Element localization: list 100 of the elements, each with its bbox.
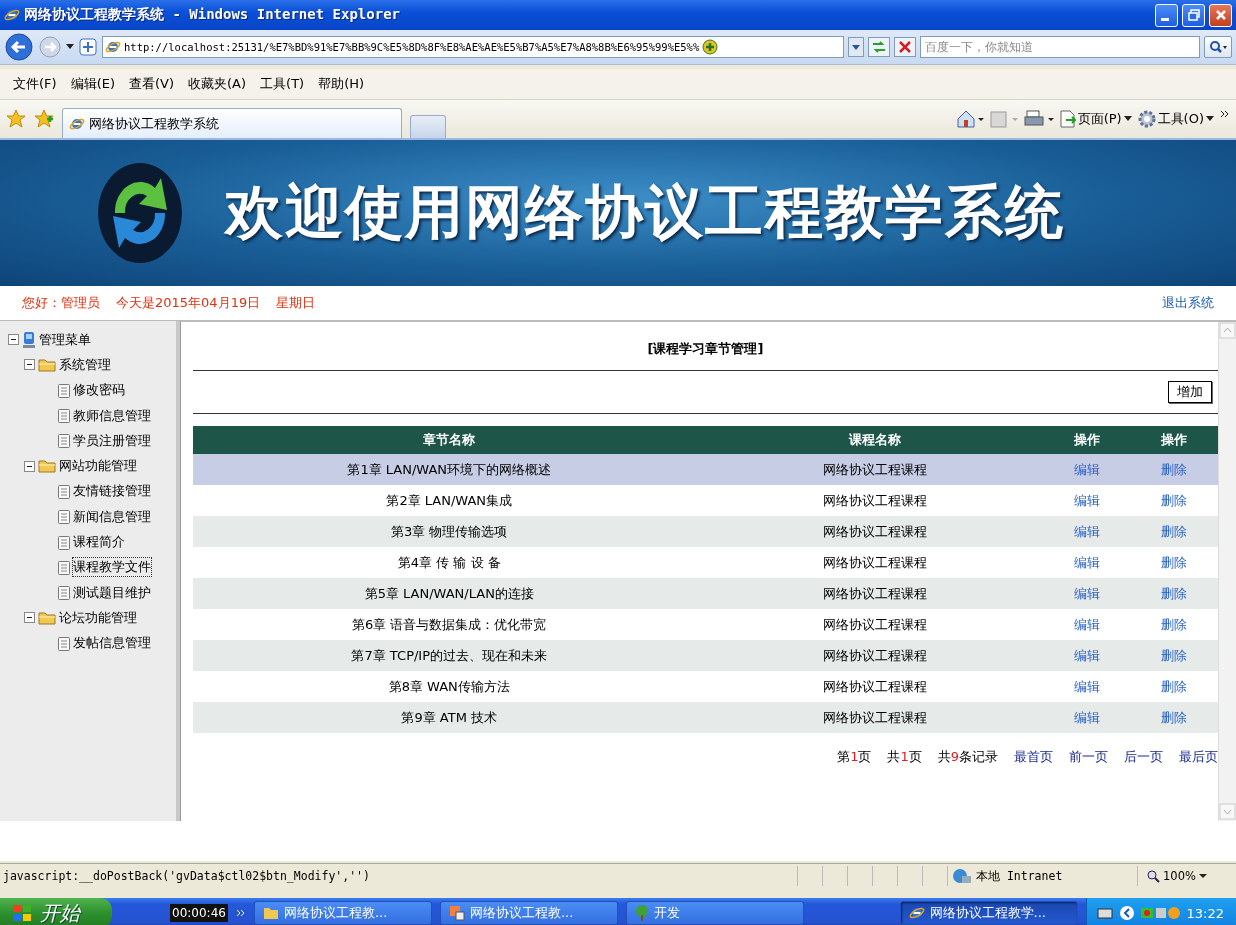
delete-link[interactable]: 删除 bbox=[1161, 523, 1188, 539]
command-button[interactable]: 工具(O) bbox=[1137, 110, 1214, 128]
delete-link[interactable]: 删除 bbox=[1161, 585, 1188, 601]
address-field[interactable]: http://localhost:25131/%E7%BD%91%E7%BB%9C%E5%8D%8F%E8%AE%AE%E5%B7%A5%E7%A8%8B%E6%95%99%E5%% bbox=[102, 36, 844, 58]
edit-link[interactable]: 编辑 bbox=[1074, 554, 1101, 570]
tree-folder[interactable]: 网站功能管理 bbox=[59, 457, 137, 476]
course-cell: 网络协议工程课程 bbox=[705, 640, 1044, 671]
delete-link[interactable]: 删除 bbox=[1161, 461, 1188, 477]
tree-item[interactable]: 友情链接管理 bbox=[73, 482, 151, 501]
pager-link[interactable]: 最首页 bbox=[1014, 748, 1053, 766]
tree-item[interactable]: 课程教学文件 bbox=[73, 558, 151, 577]
tree-root[interactable]: 管理菜单 bbox=[39, 330, 91, 349]
window-title: 网络协议工程教学系统 - Windows Internet Explorer bbox=[24, 6, 401, 24]
computer-icon bbox=[22, 330, 36, 349]
column-header: 操作 bbox=[1130, 426, 1218, 454]
table-row[interactable]: 第5章 LAN/WAN/LAN的连接 网络协议工程课程 编辑 删除 bbox=[193, 578, 1218, 609]
tree-item[interactable]: 新闻信息管理 bbox=[73, 507, 151, 526]
dropdown-icon[interactable] bbox=[848, 37, 864, 57]
network-icon bbox=[952, 868, 972, 884]
delete-link[interactable]: 删除 bbox=[1161, 647, 1188, 663]
page-icon bbox=[1059, 110, 1076, 128]
minimize-button[interactable] bbox=[1155, 3, 1178, 27]
add-button[interactable]: 增加 bbox=[1168, 381, 1212, 403]
edit-link[interactable]: 编辑 bbox=[1074, 709, 1101, 725]
delete-link[interactable]: 删除 bbox=[1161, 678, 1188, 694]
start-button[interactable]: 开始 bbox=[0, 898, 112, 925]
table-row[interactable]: 第9章 ATM 技术 网络协议工程课程 编辑 删除 bbox=[193, 702, 1218, 733]
edit-link[interactable]: 编辑 bbox=[1074, 585, 1101, 601]
back-icon[interactable] bbox=[4, 32, 34, 62]
tree-item[interactable]: 课程简介 bbox=[73, 533, 125, 551]
restore-icon bbox=[1187, 9, 1200, 21]
collapse-icon[interactable] bbox=[24, 612, 35, 624]
table-row[interactable]: 第3章 物理传输选项 网络协议工程课程 编辑 删除 bbox=[193, 516, 1218, 547]
table-row[interactable]: 第4章 传 输 设 备 网络协议工程课程 编辑 删除 bbox=[193, 547, 1218, 578]
section-heading: [课程学习章节管理] bbox=[193, 322, 1218, 371]
chapter-cell: 第4章 传 输 设 备 bbox=[193, 547, 706, 578]
pager-link[interactable]: 后一页 bbox=[1124, 748, 1163, 766]
stop-icon[interactable] bbox=[894, 37, 916, 57]
tree-item[interactable]: 测试题目维护 bbox=[73, 583, 151, 602]
star-icon[interactable] bbox=[6, 109, 26, 129]
tree-icon bbox=[634, 905, 649, 921]
table-row[interactable]: 第1章 LAN/WAN环境下的网络概述 网络协议工程课程 编辑 删除 bbox=[193, 454, 1218, 485]
delete-link[interactable]: 删除 bbox=[1161, 709, 1188, 725]
tree-item[interactable]: 学员注册管理 bbox=[73, 431, 151, 450]
taskbar-button[interactable]: 网络协议工程教... bbox=[439, 901, 618, 925]
delete-link[interactable]: 删除 bbox=[1161, 492, 1188, 508]
logout-link[interactable]: 退出系统 bbox=[1162, 294, 1214, 312]
tree-folder[interactable]: 系统管理 bbox=[59, 355, 111, 374]
collapse-icon[interactable] bbox=[8, 334, 19, 346]
dropdown-icon[interactable] bbox=[66, 44, 74, 50]
taskbar-button[interactable]: 网络协议工程教... bbox=[253, 901, 432, 925]
table-row[interactable]: 第6章 语音与数据集成：优化带宽 网络协议工程课程 编辑 删除 bbox=[193, 609, 1218, 640]
scrollbar[interactable] bbox=[1218, 322, 1236, 821]
menu-item[interactable]: 收藏夹(A) bbox=[181, 75, 254, 93]
course-cell: 网络协议工程课程 bbox=[705, 671, 1044, 702]
taskbar-button[interactable]: 网络协议工程教学... bbox=[899, 901, 1078, 925]
edit-link[interactable]: 编辑 bbox=[1074, 523, 1101, 539]
table-row[interactable]: 第8章 WAN传输方法 网络协议工程课程 编辑 删除 bbox=[193, 671, 1218, 702]
delete-link[interactable]: 删除 bbox=[1161, 554, 1188, 570]
menu-item[interactable]: 工具(T) bbox=[253, 75, 312, 93]
search-field[interactable]: 百度一下，你就知道 bbox=[920, 36, 1200, 58]
refresh-icon[interactable] bbox=[868, 37, 890, 57]
home-icon[interactable] bbox=[955, 109, 984, 129]
collapse-icon[interactable] bbox=[24, 460, 35, 472]
restore-button[interactable] bbox=[1182, 3, 1205, 27]
delete-link[interactable]: 删除 bbox=[1161, 616, 1188, 632]
tree-item[interactable]: 修改密码 bbox=[73, 381, 125, 400]
menu-item[interactable]: 查看(V) bbox=[122, 75, 182, 93]
tree-item[interactable]: 发帖信息管理 bbox=[73, 634, 151, 653]
zoom-button[interactable]: 100% bbox=[1137, 866, 1236, 886]
search-button[interactable] bbox=[1204, 36, 1232, 58]
collapse-icon[interactable] bbox=[24, 359, 35, 371]
pager-link[interactable]: 最后页 bbox=[1179, 748, 1218, 766]
folder-icon bbox=[38, 610, 56, 625]
document-icon bbox=[58, 433, 70, 449]
browser-tab[interactable]: 网络协议工程教学系统 bbox=[62, 108, 402, 138]
print-icon[interactable] bbox=[1023, 109, 1054, 129]
chevron-icon[interactable] bbox=[235, 908, 246, 918]
edit-link[interactable]: 编辑 bbox=[1074, 461, 1101, 477]
menu-item[interactable]: 帮助(H) bbox=[311, 75, 372, 93]
table-row[interactable]: 第2章 LAN/WAN集成 网络协议工程课程 编辑 删除 bbox=[193, 485, 1218, 516]
edit-link[interactable]: 编辑 bbox=[1074, 647, 1101, 663]
taskbar-button[interactable]: 开发 bbox=[625, 901, 804, 925]
tree-folder[interactable]: 论坛功能管理 bbox=[59, 608, 137, 627]
edit-link[interactable]: 编辑 bbox=[1074, 678, 1101, 694]
edit-link[interactable]: 编辑 bbox=[1074, 492, 1101, 508]
pager-link[interactable]: 前一页 bbox=[1069, 748, 1108, 766]
edit-link[interactable]: 编辑 bbox=[1074, 616, 1101, 632]
tree-item[interactable]: 教师信息管理 bbox=[73, 406, 151, 425]
column-header: 课程名称 bbox=[705, 426, 1044, 454]
expand-tray-icon[interactable] bbox=[1118, 905, 1135, 921]
menu-item[interactable]: 文件(F) bbox=[6, 75, 64, 93]
close-button[interactable] bbox=[1209, 3, 1232, 27]
menu-item[interactable]: 编辑(E) bbox=[63, 75, 122, 93]
add-icon[interactable] bbox=[702, 39, 719, 55]
add-favorite-icon[interactable] bbox=[34, 109, 54, 129]
command-button[interactable]: 页面(P) bbox=[1059, 110, 1132, 128]
folder-icon bbox=[38, 357, 56, 372]
table-row[interactable]: 第7章 TCP/IP的过去、现在和未来 网络协议工程课程 编辑 删除 bbox=[193, 640, 1218, 671]
column-header: 章节名称 bbox=[193, 426, 706, 454]
